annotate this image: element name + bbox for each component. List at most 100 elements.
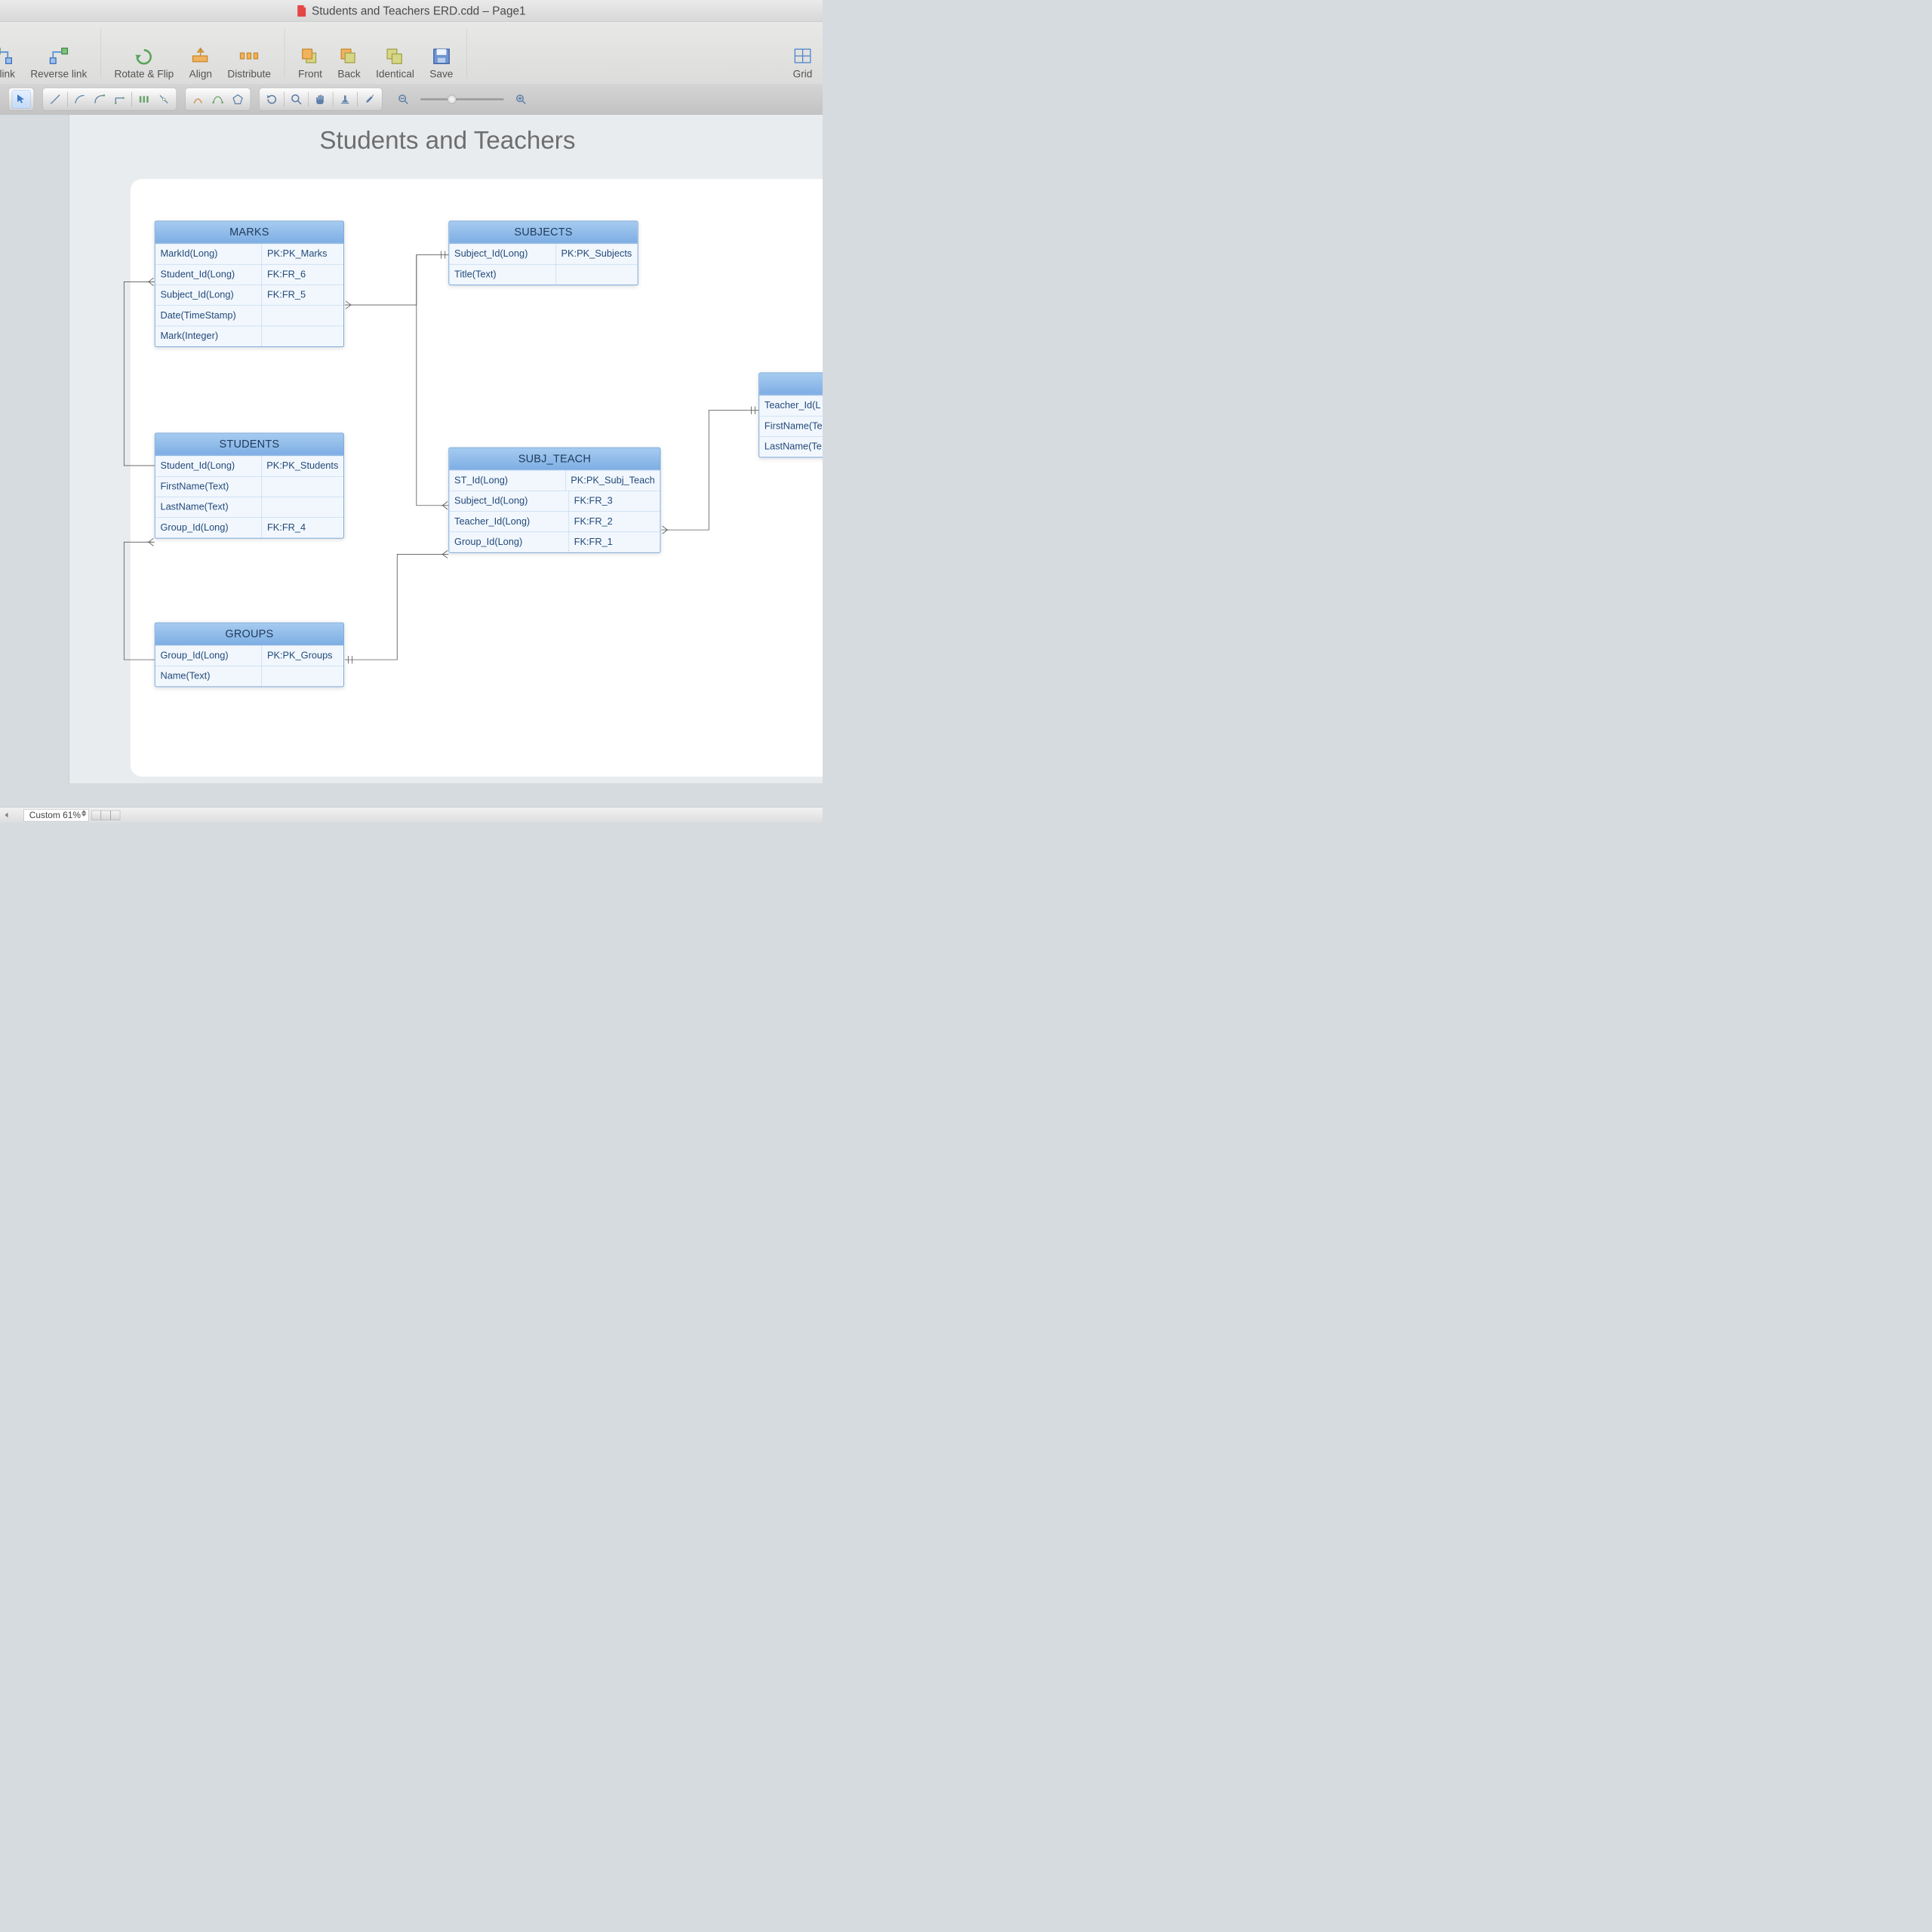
identical-button[interactable]: Identical	[374, 47, 417, 82]
entity-header: T	[759, 373, 823, 395]
window-title: Students and Teachers ERD.cdd – Page1	[312, 4, 525, 17]
distribute-button[interactable]: Distribute	[226, 47, 273, 82]
zoom-value: Custom 61%	[29, 810, 81, 820]
refresh-button[interactable]	[263, 90, 281, 109]
entity-row[interactable]: Group_Id(Long)FK:FR_4	[155, 518, 344, 538]
reverse-link-icon	[49, 47, 69, 65]
entity-header: SUBJECTS	[449, 221, 638, 243]
save-icon	[432, 47, 451, 65]
window-titlebar: Students and Teachers ERD.cdd – Page1	[0, 0, 823, 22]
stamp-icon	[340, 94, 351, 105]
entity-row[interactable]: MarkId(Long)PK:PK_Marks	[155, 244, 344, 264]
layout-switcher[interactable]	[91, 811, 120, 820]
entity-header: GROUPS	[155, 623, 344, 645]
entity-row[interactable]: Group_Id(Long)PK:PK_Groups	[155, 645, 344, 666]
stepper-down-icon[interactable]	[82, 814, 87, 817]
entity-row[interactable]: Student_Id(Long)PK:PK_Students	[155, 456, 344, 476]
entity-students[interactable]: STUDENTS Student_Id(Long)PK:PK_Students …	[155, 433, 344, 539]
rotate-flip-button[interactable]: Rotate & Flip	[112, 47, 176, 82]
entity-row[interactable]: Student_Id(Long)FK:FR_6	[155, 264, 344, 285]
shape-bezier-button[interactable]	[208, 90, 227, 109]
rotate-icon	[134, 47, 154, 65]
grid-button[interactable]: Grid	[791, 47, 814, 82]
align-button[interactable]: Align	[187, 47, 214, 82]
workspace: Students and Teachers	[0, 115, 823, 808]
pan-tool-button[interactable]	[312, 90, 331, 109]
tool-strip	[0, 85, 823, 115]
entity-row[interactable]: Subject_Id(Long)FK:FR_3	[449, 491, 660, 511]
connector-split-icon	[158, 94, 169, 105]
connector-split-button[interactable]	[155, 90, 174, 109]
entity-row[interactable]: Name(Text)	[155, 666, 344, 686]
eyedropper-tool-button[interactable]	[360, 90, 379, 109]
entity-row[interactable]: Title(Text)	[449, 264, 638, 285]
stamp-tool-button[interactable]	[336, 90, 355, 109]
shape-arc-button[interactable]	[189, 90, 208, 109]
entity-subjects[interactable]: SUBJECTS Subject_Id(Long)PK:PK_Subjects …	[448, 221, 638, 286]
arrow-tool-button[interactable]	[12, 90, 31, 109]
entity-row[interactable]: Mark(Integer)	[155, 326, 344, 346]
entity-marks[interactable]: MARKS MarkId(Long)PK:PK_Marks Student_Id…	[155, 221, 344, 347]
zoom-slider-knob[interactable]	[448, 95, 457, 104]
link-icon	[0, 47, 13, 65]
reverse-link-button[interactable]: Reverse link	[29, 47, 89, 82]
link-button[interactable]: e link	[0, 47, 17, 82]
hand-icon	[315, 94, 326, 105]
distribute-h-button[interactable]	[134, 90, 153, 109]
shape-polygon-button[interactable]	[229, 90, 248, 109]
front-button[interactable]: Front	[297, 47, 325, 82]
entity-teachers[interactable]: T Teacher_Id(L FirstName(Te LastName(Te	[758, 372, 823, 457]
page-area[interactable]: Students and Teachers	[69, 115, 823, 784]
zoom-stepper[interactable]: Custom 61%	[24, 809, 89, 821]
entity-row[interactable]: Date(TimeStamp)	[155, 305, 344, 325]
elbow-icon	[94, 94, 105, 105]
back-button[interactable]: Back	[336, 47, 362, 82]
connector-tool-box	[42, 88, 177, 111]
entity-row[interactable]: Teacher_Id(Long)FK:FR_2	[449, 511, 660, 531]
entity-row[interactable]: LastName(Te	[759, 436, 823, 457]
grid-icon	[793, 47, 813, 65]
status-left-arrow-icon[interactable]	[5, 813, 8, 818]
entity-row[interactable]: FirstName(Text)	[155, 476, 344, 497]
refresh-icon	[266, 94, 278, 105]
entity-row[interactable]: LastName(Text)	[155, 497, 344, 517]
arc-icon	[74, 94, 85, 105]
entity-row[interactable]: Teacher_Id(L	[759, 395, 823, 416]
front-icon	[300, 47, 320, 65]
line-tool-button[interactable]	[46, 90, 65, 109]
identical-icon	[386, 47, 405, 65]
eyedropper-icon	[364, 94, 375, 105]
cursor-icon	[15, 94, 26, 105]
zoom-in-button[interactable]	[512, 90, 531, 109]
ribbon-toolbar: e link Reverse link Rotate & Flip Alig	[0, 22, 823, 85]
stepper-up-icon[interactable]	[82, 810, 87, 813]
zoom-out-button[interactable]	[394, 90, 413, 109]
arc-tool-button[interactable]	[70, 90, 89, 109]
zoom-out-icon	[398, 94, 408, 104]
entity-row[interactable]: Group_Id(Long)FK:FR_1	[449, 532, 660, 552]
shape-polygon-icon	[232, 94, 243, 105]
distribute-icon	[239, 47, 259, 65]
shape-bezier-icon	[212, 94, 223, 105]
entity-subj-teach[interactable]: SUBJ_TEACH ST_Id(Long)PK:PK_Subj_Teach S…	[448, 448, 660, 553]
entity-row[interactable]: FirstName(Te	[759, 416, 823, 436]
layout-option-2[interactable]	[101, 811, 111, 820]
status-bar: Custom 61%	[0, 808, 823, 823]
zoom-slider[interactable]	[420, 98, 504, 100]
elbow-tool-button[interactable]	[91, 90, 109, 109]
smart-conn-tool-button[interactable]	[110, 90, 129, 109]
entity-header: SUBJ_TEACH	[449, 448, 660, 470]
layout-option-1[interactable]	[91, 811, 101, 820]
entity-row[interactable]: Subject_Id(Long)PK:PK_Subjects	[449, 244, 638, 264]
diagram-canvas: MARKS MarkId(Long)PK:PK_Marks Student_Id…	[69, 115, 823, 783]
entity-header: MARKS	[155, 221, 344, 243]
back-icon	[340, 47, 359, 65]
layout-option-3[interactable]	[111, 811, 121, 820]
document-icon	[297, 5, 307, 17]
save-button[interactable]: Save	[428, 47, 455, 82]
entity-row[interactable]: ST_Id(Long)PK:PK_Subj_Teach	[449, 470, 660, 491]
zoom-tool-button[interactable]	[287, 90, 306, 109]
entity-groups[interactable]: GROUPS Group_Id(Long)PK:PK_Groups Name(T…	[155, 623, 344, 688]
shape-arc-icon	[192, 94, 204, 105]
entity-row[interactable]: Subject_Id(Long)FK:FR_5	[155, 285, 344, 305]
